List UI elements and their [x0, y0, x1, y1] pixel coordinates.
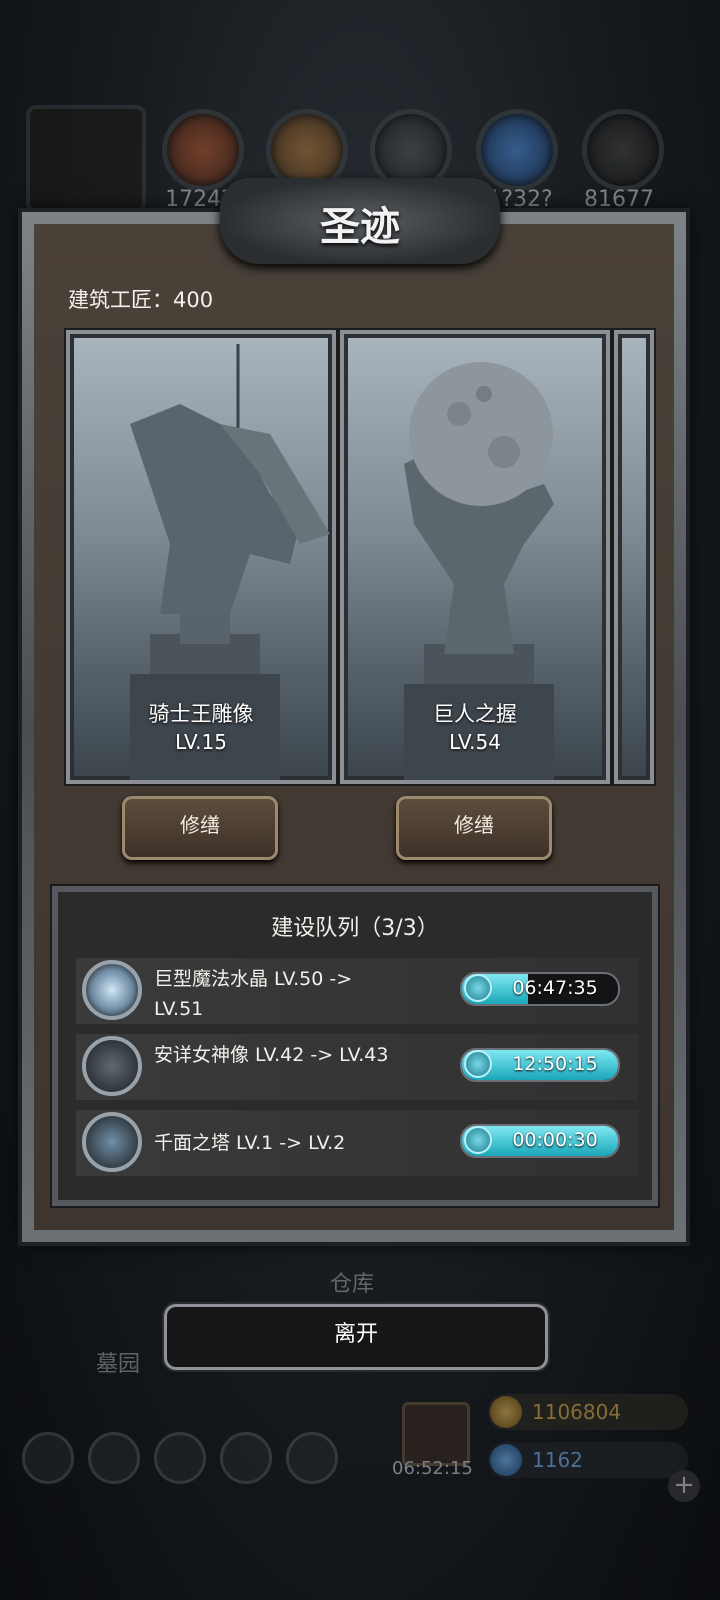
build-queue-panel: 建设队列（3/3） 巨型魔法水晶 LV.50 -> LV.51 06:47:35…	[52, 886, 658, 1206]
wood-resource-icon	[162, 109, 244, 191]
tower-menu-icon[interactable]	[154, 1432, 206, 1484]
goddess-statue-icon	[82, 1036, 142, 1096]
leave-button[interactable]: 离开	[164, 1304, 548, 1370]
clock-icon	[464, 974, 492, 1002]
chat-icon[interactable]	[286, 1432, 338, 1484]
queue-item-text: 巨型魔法水晶 LV.50 -> LV.51	[154, 968, 353, 1020]
gem-counter: 1162	[488, 1442, 688, 1478]
relic-name: 巨人之握	[433, 702, 517, 726]
queue-item[interactable]: 巨型魔法水晶 LV.50 -> LV.51 06:47:35	[76, 958, 638, 1024]
builder-count: 建筑工匠：400	[68, 288, 214, 312]
queue-item-text: 安详女神像 LV.42 -> LV.43	[154, 1044, 389, 1066]
gold-counter: 1106804	[488, 1394, 688, 1430]
queue-timer: 00:00:30	[512, 1129, 598, 1151]
repair-button[interactable]: 修缮	[122, 796, 278, 860]
relic-card-giant-grip[interactable]: 巨人之握 LV.54	[340, 330, 610, 784]
queue-item[interactable]: 安详女神像 LV.42 -> LV.43 12:50:15	[76, 1034, 638, 1100]
queue-item[interactable]: 千面之塔 LV.1 -> LV.2 00:00:30	[76, 1110, 638, 1176]
repair-button[interactable]: 修缮	[396, 796, 552, 860]
relic-card-next[interactable]	[614, 330, 654, 784]
title-plate: 圣迹	[220, 178, 500, 264]
gem-icon	[490, 1444, 522, 1476]
crystal-resource-icon	[476, 109, 558, 191]
clock-icon	[464, 1050, 492, 1078]
queue-item-text: 千面之塔 LV.1 -> LV.2	[154, 1132, 346, 1154]
gold-icon	[490, 1396, 522, 1428]
gift-timer: 06:52:15	[392, 1458, 473, 1479]
relic-name: 骑士王雕像	[148, 702, 254, 726]
queue-title: 建设队列（3/3）	[271, 916, 439, 941]
queue-timer: 06:47:35	[512, 977, 598, 999]
warehouse-label: 仓库	[330, 1272, 375, 1297]
mail-icon[interactable]	[220, 1432, 272, 1484]
relic-level: LV.54	[449, 730, 501, 754]
relic-level: LV.15	[175, 730, 227, 754]
tower-icon	[82, 1112, 142, 1172]
gem-value: 1162	[532, 1448, 583, 1472]
queue-progress-bar: 06:47:35	[460, 972, 620, 1006]
gift-icon[interactable]	[402, 1402, 470, 1466]
clock-icon	[464, 1126, 492, 1154]
add-currency-button[interactable]: +	[668, 1470, 700, 1502]
dialog-title: 圣迹	[320, 203, 400, 250]
relic-card-knight-statue[interactable]: 骑士王雕像 LV.15	[66, 330, 336, 784]
resource-value: 81677	[584, 187, 654, 212]
gold-value: 1106804	[532, 1400, 622, 1424]
avatar[interactable]	[26, 105, 146, 213]
queue-progress-bar: 12:50:15	[460, 1048, 620, 1082]
crystal-icon	[82, 960, 142, 1020]
stone-resource-icon	[582, 109, 664, 191]
hero-icon[interactable]	[88, 1432, 140, 1484]
queue-timer: 12:50:15	[512, 1053, 598, 1075]
cemetery-label: 墓园	[96, 1352, 141, 1377]
queue-progress-bar: 00:00:30	[460, 1124, 620, 1158]
settings-icon[interactable]	[22, 1432, 74, 1484]
